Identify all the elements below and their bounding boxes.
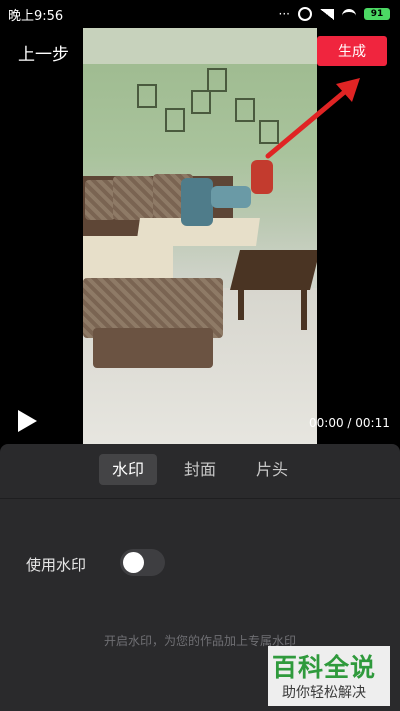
logo-main-text: 百科全说 [272,653,377,682]
tab-cover[interactable]: 封面 [171,454,229,485]
watermark-label: 使用水印 [26,556,87,574]
table-leg [238,290,244,320]
person-legs [251,160,273,194]
red-arrow-annotation [265,78,360,159]
sofa-cushion [113,176,153,220]
play-icon[interactable] [18,410,37,432]
person-legs [211,186,251,208]
status-icons: ··· 91 [279,7,390,21]
signal-icon [320,8,334,20]
wall-frame [137,84,157,108]
coffee-table [230,250,317,290]
video-ceiling [83,28,317,64]
dots-icon: ··· [278,7,290,21]
playback-time: 00:00 / 00:11 [309,416,390,430]
wall-frame [165,108,185,132]
table-leg [301,290,307,330]
watermark-toggle[interactable] [120,549,165,576]
baike-watermark-logo: 百科全说 助你轻松解决 [268,646,390,706]
generate-button[interactable]: 生成 [317,36,387,66]
panel-tabs: 水印 封面 片头 [0,454,400,486]
status-time: 晚上9:56 [8,8,64,24]
sofa-base [93,328,213,368]
wall-frame [235,98,255,122]
wall-frame [191,90,211,114]
back-button[interactable]: 上一步 [18,40,69,65]
logo-sub-text: 助你轻松解决 [282,685,366,701]
tab-intro[interactable]: 片头 [243,454,301,485]
wifi-icon [342,9,356,19]
sofa-blanket [83,236,173,281]
alarm-icon [298,7,312,21]
status-bar: 晚上9:56 ··· 91 [0,0,400,28]
tab-watermark[interactable]: 水印 [98,454,157,485]
person [181,178,213,226]
wall-frame [207,68,227,92]
battery-icon: 91 [364,8,390,20]
panel-divider [0,498,400,499]
toggle-knob [123,552,144,573]
sofa-cushion [85,180,115,220]
